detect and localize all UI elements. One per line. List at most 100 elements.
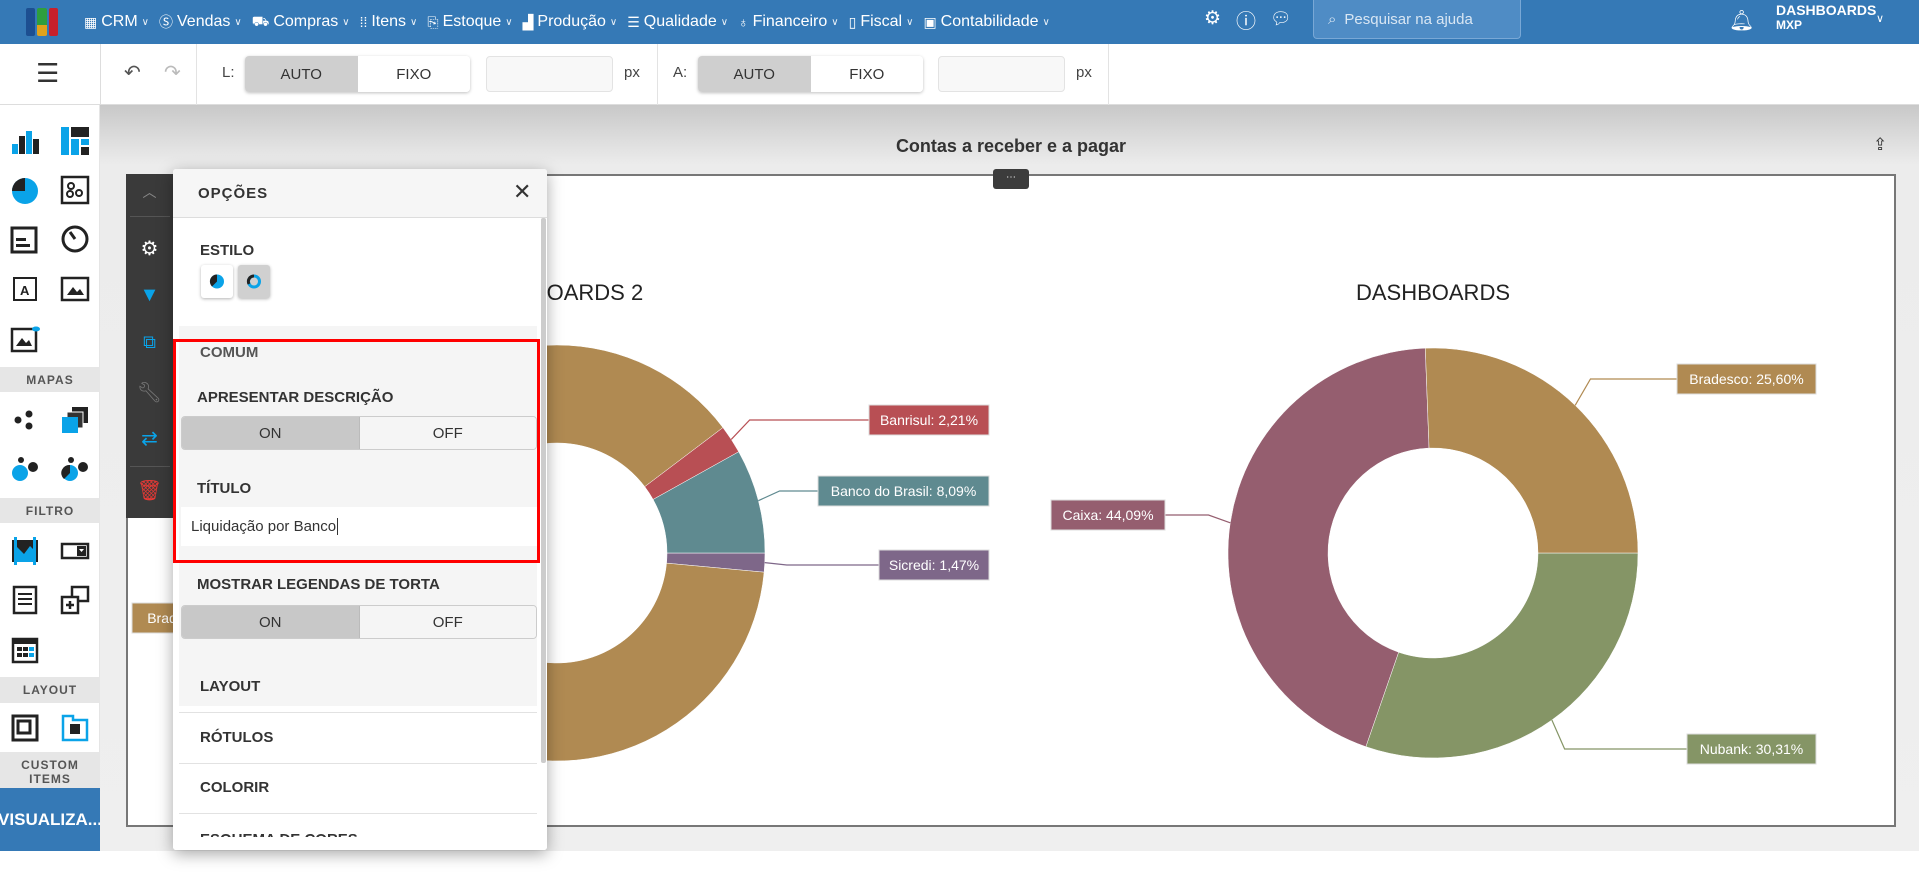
visualize-button[interactable]: VISUALIZA... <box>0 788 100 851</box>
width-label: L: <box>222 64 235 81</box>
cart-icon: ⛟ <box>251 12 270 29</box>
quality-icon: ☰ <box>627 13 640 30</box>
dashboard-title: Contas a receber e a pagar <box>895 136 1127 156</box>
stock-icon: ⎘ <box>427 13 439 30</box>
chevron-down-icon: ∨ <box>505 16 513 28</box>
card-icon[interactable] <box>10 224 40 254</box>
show-legends-on[interactable]: ON <box>182 606 360 638</box>
dollar-icon: Ⓢ <box>159 14 173 30</box>
show-legends-label: MOSTRAR LEGENDAS DE TORTA <box>197 576 440 593</box>
width-unit: px <box>624 64 640 81</box>
show-description-on[interactable]: ON <box>182 417 360 449</box>
text-box-icon[interactable]: A <box>10 274 40 304</box>
width-fixed-button[interactable]: FIXO <box>357 56 470 92</box>
list-box-icon[interactable] <box>10 585 40 615</box>
pie-chart-icon[interactable] <box>10 175 40 205</box>
search-icon: ⌕ <box>1328 10 1337 28</box>
panel-scrollbar[interactable] <box>541 218 546 763</box>
image-icon[interactable] <box>60 274 90 304</box>
menu-financeiro[interactable]: ♁ Financeiro ∨ <box>738 13 839 31</box>
style-label: ESTILO <box>200 242 255 259</box>
combo-box-icon[interactable] <box>60 536 90 566</box>
convert-icon[interactable]: ⧉ <box>126 332 173 353</box>
hamburger-menu-icon[interactable]: ☰ <box>36 58 59 89</box>
height-auto-button[interactable]: AUTO <box>698 56 811 92</box>
common-label: COMUM <box>200 344 259 361</box>
items-icon: ⁞⁞ <box>359 14 368 30</box>
menu-label: Fiscal <box>860 13 903 30</box>
menu-crm[interactable]: ▦ CRM ∨ <box>84 13 149 31</box>
bell-icon[interactable]: 🔔︎ <box>1729 8 1754 33</box>
editor-toolbar: ☰ ↶ ↷ L: AUTO FIXO px A: AUTO FIXO px <box>0 44 1919 105</box>
redo-icon[interactable]: ↷ <box>164 60 181 85</box>
pie-map-icon[interactable] <box>60 454 90 484</box>
wrench-icon[interactable]: 🔧︎ <box>126 380 173 405</box>
help-icon[interactable]: ⓘ <box>1236 5 1256 34</box>
bound-image-icon[interactable] <box>10 323 40 353</box>
show-legends-off[interactable]: OFF <box>359 606 536 638</box>
drag-handle-icon[interactable]: ⋯ <box>993 169 1029 189</box>
filter-icon[interactable]: ▼ <box>126 284 173 307</box>
options-title: OPÇÕES <box>198 185 269 202</box>
width-mode-toggle: AUTO FIXO <box>245 56 470 92</box>
style-pie-button[interactable] <box>201 265 233 298</box>
gear-icon[interactable]: ⚙ <box>126 236 173 261</box>
show-description-off[interactable]: OFF <box>359 417 536 449</box>
choropleth-map-icon[interactable] <box>60 405 90 435</box>
trash-icon[interactable]: 🗑︎ <box>126 478 173 503</box>
options-panel: OPÇÕES ✕ ESTILO COMUM APRESENTAR DESCRIÇ… <box>173 169 547 850</box>
export-icon[interactable]: ⇪ <box>1873 135 1887 155</box>
app-logo[interactable] <box>26 8 58 36</box>
user-company: MXP <box>1776 18 1803 32</box>
tab-container-icon[interactable] <box>60 713 90 743</box>
show-description-toggle: ON OFF <box>181 416 537 450</box>
close-icon[interactable]: ✕ <box>513 179 531 205</box>
tree-view-icon[interactable] <box>60 585 90 615</box>
width-auto-button[interactable]: AUTO <box>245 56 358 92</box>
swap-icon[interactable]: ⇄ <box>126 426 173 451</box>
chevron-down-icon: ∨ <box>906 16 914 28</box>
height-number-input[interactable] <box>938 56 1065 92</box>
pie-style-icon <box>209 274 224 289</box>
section-labels-header[interactable]: RÓTULOS <box>200 729 273 746</box>
chat-icon[interactable]: 💬︎ <box>1270 9 1292 29</box>
undo-icon[interactable]: ↶ <box>124 60 141 85</box>
chevron-down-icon: ∨ <box>1042 16 1050 28</box>
date-filter-icon[interactable] <box>10 634 40 664</box>
section-mapas: MAPAS <box>0 367 100 392</box>
width-number-input[interactable] <box>486 56 613 92</box>
crm-icon: ▦ <box>84 13 98 30</box>
geo-points-icon[interactable] <box>10 405 40 435</box>
menu-label: Compras <box>273 13 339 30</box>
gauge-icon[interactable] <box>60 224 90 254</box>
menu-producao[interactable]: ▟ Produção ∨ <box>523 13 618 31</box>
group-icon[interactable] <box>10 713 40 743</box>
chevron-down-icon: ∨ <box>234 16 242 28</box>
divider <box>196 44 197 105</box>
widget-actions-bar: ︿ ⚙ ▼ ⧉ 🔧︎ ⇄ 🗑︎ <box>126 174 173 518</box>
chevron-down-icon[interactable]: ∨ <box>1876 12 1884 25</box>
divider <box>100 44 101 105</box>
help-search-input[interactable]: ⌕ Pesquisar na ajuda <box>1313 0 1521 39</box>
menu-itens[interactable]: ⁞⁞ Itens ∨ <box>360 13 418 31</box>
menu-vendas[interactable]: Ⓢ Vendas ∨ <box>159 12 242 32</box>
style-donut-button[interactable] <box>238 265 270 298</box>
height-fixed-button[interactable]: FIXO <box>810 56 923 92</box>
gear-icon[interactable]: ⚙ <box>1204 7 1221 30</box>
scatter-icon[interactable] <box>60 175 90 205</box>
user-menu[interactable]: DASHBOARDS MXP <box>1776 3 1876 33</box>
menu-contabilidade[interactable]: ▣ Contabilidade ∨ <box>923 13 1049 31</box>
chevron-up-icon[interactable]: ︿ <box>126 182 173 202</box>
menu-compras[interactable]: ⛟ Compras ∨ <box>252 13 350 32</box>
range-filter-icon[interactable] <box>10 536 40 566</box>
menu-estoque[interactable]: ⎘ Estoque ∨ <box>427 13 512 31</box>
chevron-down-icon: ∨ <box>831 16 839 28</box>
section-layout-header[interactable]: LAYOUT <box>200 678 260 695</box>
chevron-down-icon: ∨ <box>410 16 418 28</box>
menu-qualidade[interactable]: ☰ Qualidade ∨ <box>627 13 728 31</box>
menu-fiscal[interactable]: ▯ Fiscal ∨ <box>849 13 914 31</box>
section-color-header[interactable]: COLORIR <box>200 779 269 796</box>
menu-label: Itens <box>371 13 407 30</box>
bubble-map-icon[interactable] <box>10 454 40 484</box>
title-input[interactable]: Liquidação por Banco <box>181 507 537 546</box>
